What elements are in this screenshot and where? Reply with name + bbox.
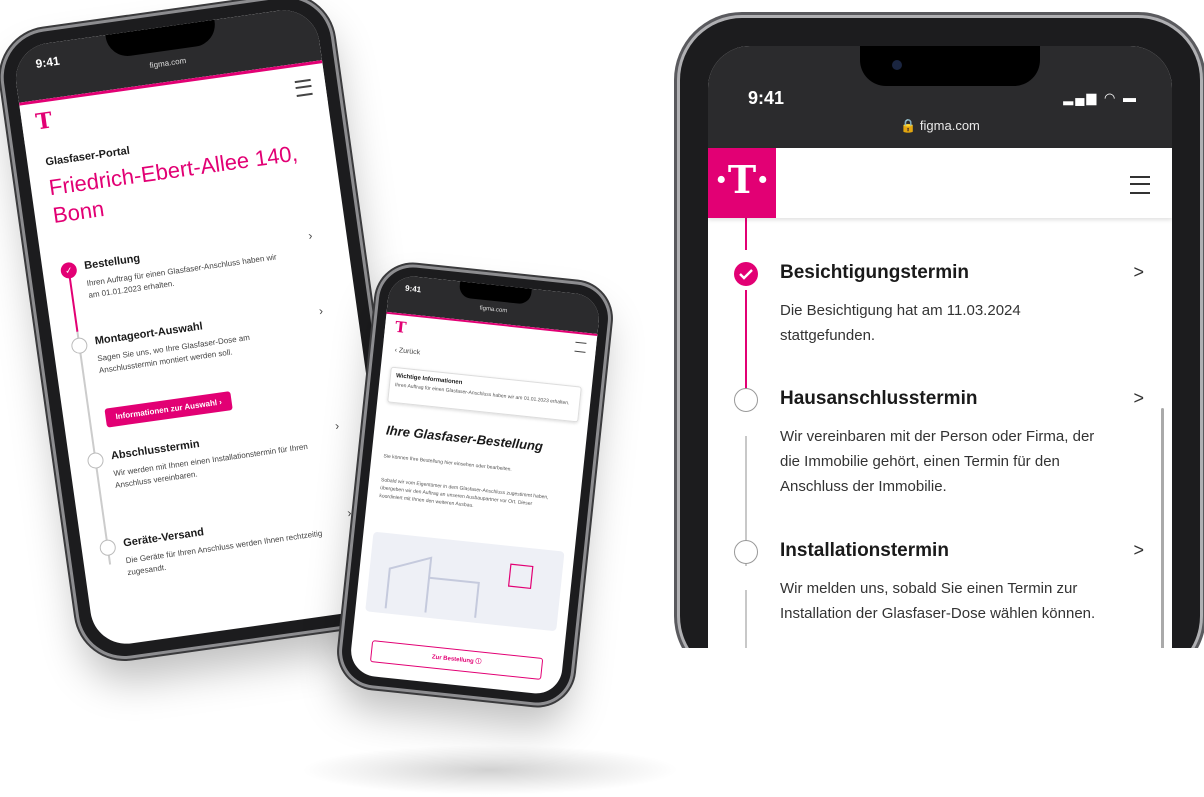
step-bestellung[interactable]: ✓ Bestellung Ihren Auftrag für einen Gla… <box>59 227 317 300</box>
step-geraete-versand[interactable]: Geräte-Versand Die Geräte für Ihren Ansc… <box>98 505 356 577</box>
progress-line-done <box>745 218 747 250</box>
hamburger-menu-icon[interactable] <box>294 78 313 97</box>
chevron-right-icon: › <box>334 418 340 433</box>
status-time: 9:41 <box>404 283 422 295</box>
step-title: Besichtigungstermin <box>780 262 969 283</box>
step-desc: Die Besichtigung hat am 11.03.2024 statt… <box>780 302 1021 344</box>
phone-right-screen: 9:41 ▂▄▆ ◠ ▬ 🔒 figma.com ·T· Besichtigun… <box>708 46 1172 648</box>
hamburger-menu-icon[interactable] <box>574 341 587 353</box>
chevron-right-icon: › <box>317 303 324 318</box>
chevron-right-icon: > <box>1133 540 1144 560</box>
step-desc: Wir vereinbaren mit der Person oder Firm… <box>780 428 1095 495</box>
check-icon: ✓ <box>59 261 78 280</box>
info-box: Wichtige Informationen Ihren Auftrag für… <box>387 366 582 423</box>
phone-middle: 9:41 figma.com T ‹ Zurück Wichtige Infor… <box>338 264 612 706</box>
zur-bestellung-button[interactable]: Zur Bestellung ⓘ <box>369 640 544 680</box>
order-text: Sobald wir vom Eigentümer in dem Glasfas… <box>379 477 549 509</box>
phone-right: 9:41 ▂▄▆ ◠ ▬ 🔒 figma.com ·T· Besichtigun… <box>680 18 1200 648</box>
signal-wifi-battery-icon: ▂▄▆ ◠ ▬ <box>1063 90 1138 105</box>
order-intro: Sie können Ihre Bestellung hier einsehen… <box>383 453 513 473</box>
order-heading: Ihre Glasfaser-Bestellung <box>385 422 544 454</box>
telekom-logo-icon[interactable]: T <box>394 318 407 337</box>
open-circle-icon <box>734 540 758 564</box>
telekom-logo-icon[interactable]: ·T· <box>708 148 776 218</box>
phone-middle-screen: 9:41 figma.com T ‹ Zurück Wichtige Infor… <box>348 274 602 696</box>
open-circle-icon <box>98 538 117 557</box>
check-icon <box>734 262 758 286</box>
phone-left-screen: 9:41 figma.com T Glasfaser-Portal Friedr… <box>11 5 399 649</box>
back-link[interactable]: ‹ Zurück <box>394 347 420 357</box>
step-desc: Wir melden uns, sobald Sie einen Termin … <box>780 580 1096 622</box>
progress-line-done <box>745 290 747 400</box>
site-header: ·T· <box>708 148 1172 218</box>
chevron-right-icon: › <box>346 505 353 520</box>
telekom-logo-icon[interactable]: T <box>34 107 54 135</box>
progress-timeline: Besichtigungstermin Die Besichtigung hat… <box>708 218 1172 648</box>
phone-right-crop: 9:41 ▂▄▆ ◠ ▬ 🔒 figma.com ·T· Besichtigun… <box>670 0 1204 648</box>
step-title: Hausanschlusstermin <box>780 388 978 409</box>
notch <box>860 46 1040 86</box>
step-title: Bestellung <box>83 252 141 273</box>
open-circle-icon <box>70 336 89 355</box>
step-title: Installationstermin <box>780 540 949 561</box>
chevron-right-icon: › <box>307 228 314 243</box>
camera-icon <box>892 60 902 70</box>
status-time: 9:41 <box>748 88 785 108</box>
chevron-right-icon: > <box>1133 262 1144 282</box>
open-circle-icon <box>734 388 758 412</box>
floor-shadow <box>300 745 680 795</box>
open-circle-icon <box>86 451 105 470</box>
browser-url[interactable]: 🔒 figma.com <box>708 118 1172 134</box>
progress-line-open <box>745 590 747 648</box>
hamburger-menu-icon[interactable] <box>1130 176 1150 194</box>
info-auswahl-button[interactable]: Informationen zur Auswahl › <box>104 391 234 428</box>
house-illustration <box>365 531 565 632</box>
status-time: 9:41 <box>34 53 61 71</box>
step-montageort[interactable]: Montageort-Auswahl Sagen Sie uns, wo Ihr… <box>70 303 327 375</box>
chevron-right-icon: > <box>1133 388 1144 408</box>
browser-url-text: figma.com <box>919 118 980 133</box>
scrollbar[interactable] <box>1161 408 1164 648</box>
